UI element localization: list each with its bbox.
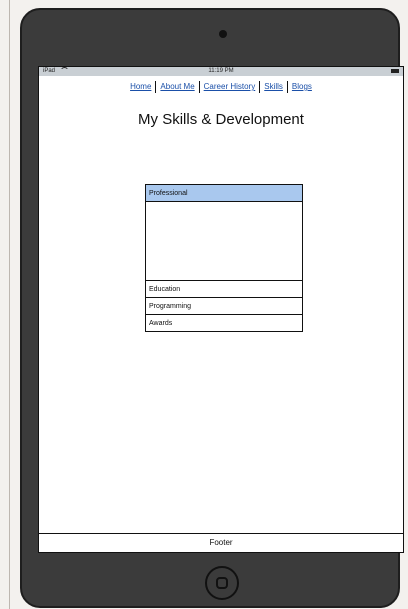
nav-link-about-me[interactable]: About Me bbox=[156, 81, 198, 93]
accordion-header-education[interactable]: Education bbox=[146, 280, 302, 297]
page-title: My Skills & Development bbox=[138, 111, 304, 128]
accordion-header-awards[interactable]: Awards bbox=[146, 314, 302, 331]
status-bar: iPad 11:19 PM bbox=[39, 67, 403, 76]
skills-accordion: Professional Education Programming Award… bbox=[145, 184, 303, 332]
top-navigation: Home About Me Career History Skills Blogs bbox=[39, 81, 403, 93]
nav-link-skills[interactable]: Skills bbox=[260, 81, 287, 93]
canvas: iPad 11:19 PM Home About Me Career History… bbox=[0, 0, 408, 609]
accordion-header-programming[interactable]: Programming bbox=[146, 297, 302, 314]
accordion-header-professional[interactable]: Professional bbox=[146, 185, 302, 202]
home-button-icon bbox=[216, 577, 228, 589]
nav-link-blogs[interactable]: Blogs bbox=[288, 81, 316, 93]
camera-icon bbox=[219, 30, 227, 38]
device-screen: iPad 11:19 PM Home About Me Career History… bbox=[38, 66, 404, 553]
frame-divider bbox=[9, 0, 10, 609]
nav-link-career-history[interactable]: Career History bbox=[200, 81, 260, 93]
page-footer: Footer bbox=[39, 533, 403, 552]
nav-link-home[interactable]: Home bbox=[126, 81, 155, 93]
home-button[interactable] bbox=[205, 566, 239, 600]
battery-icon bbox=[391, 69, 399, 73]
accordion-panel-professional bbox=[146, 202, 302, 280]
status-time: 11:19 PM bbox=[208, 68, 234, 74]
